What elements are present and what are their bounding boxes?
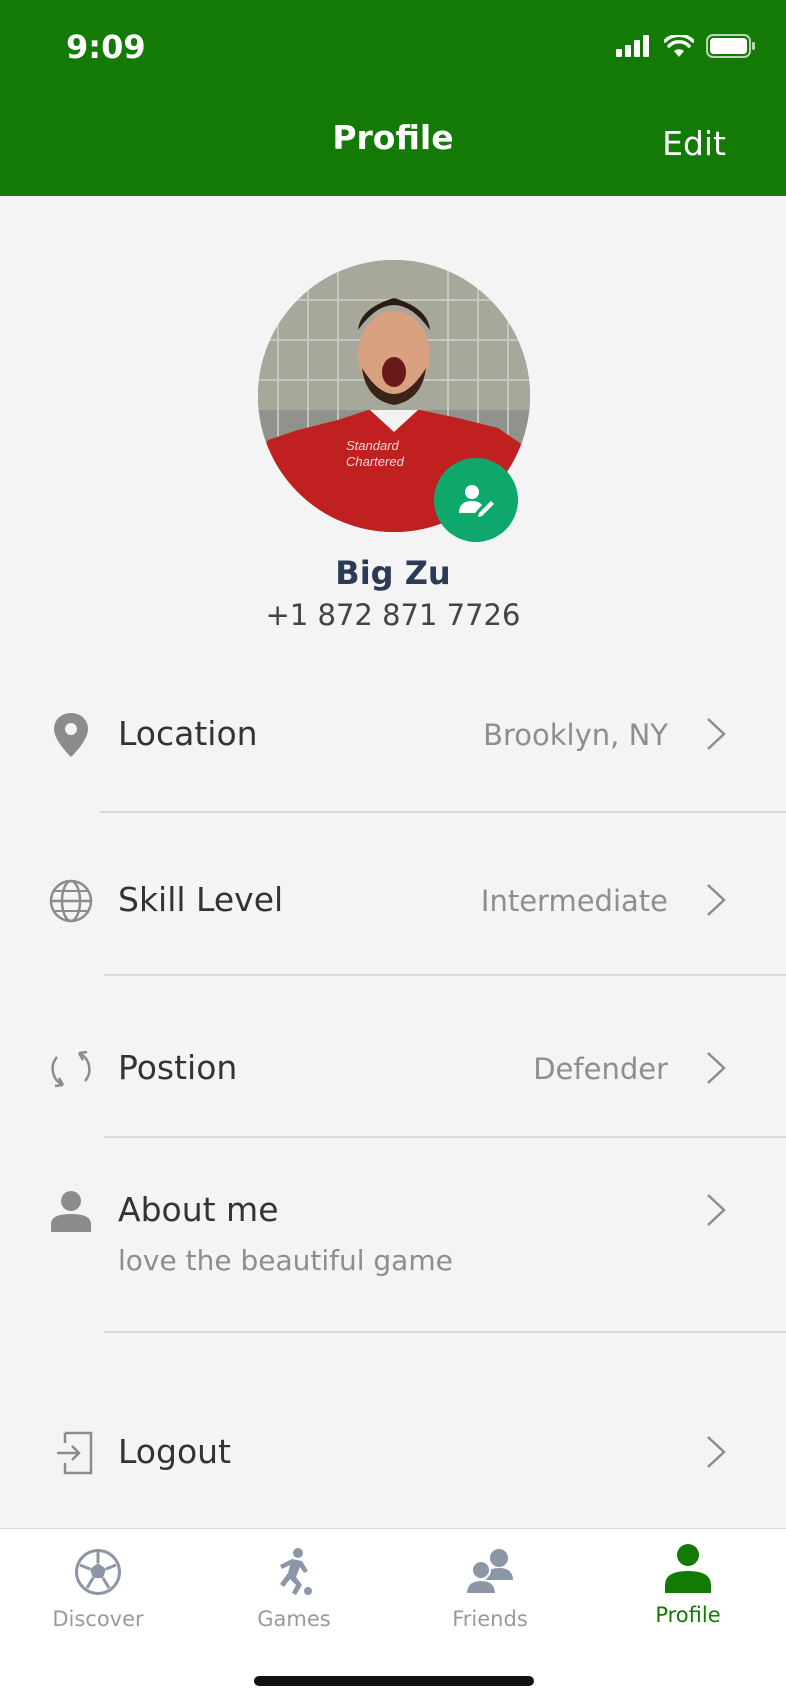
app-header: 9:09 Profile Edit <box>0 0 786 196</box>
chevron-right-icon <box>707 884 726 916</box>
location-value: Brooklyn, NY <box>483 718 668 752</box>
edit-button[interactable]: Edit <box>662 124 726 163</box>
location-label: Location <box>118 714 258 753</box>
logout-icon <box>52 1430 98 1476</box>
friends-icon <box>392 1543 588 1601</box>
chevron-right-icon <box>707 1052 726 1084</box>
status-icons <box>616 34 756 58</box>
chevron-right-icon <box>707 1436 726 1468</box>
divider <box>104 974 786 976</box>
skill-level-row[interactable]: Skill Level Intermediate <box>0 856 786 946</box>
soccer-ball-icon <box>0 1543 196 1601</box>
chevron-right-icon <box>707 1194 726 1226</box>
battery-icon <box>706 34 755 58</box>
shirt-sponsor-text-1: Standard <box>346 438 400 453</box>
logout-label: Logout <box>118 1432 231 1471</box>
home-indicator <box>254 1676 534 1686</box>
divider <box>100 811 786 813</box>
edit-photo-button[interactable] <box>434 458 518 542</box>
about-me-row[interactable]: About me love the beautiful game <box>0 1164 786 1294</box>
divider <box>104 1136 786 1138</box>
tab-discover-label: Discover <box>52 1607 144 1631</box>
divider <box>104 1331 786 1333</box>
tab-games-label: Games <box>257 1607 331 1631</box>
tab-friends[interactable]: Friends <box>392 1543 588 1631</box>
map-pin-icon <box>48 712 94 758</box>
status-time: 9:09 <box>66 28 146 66</box>
avatar-container: Standard Chartered <box>258 260 530 542</box>
tab-discover[interactable]: Discover <box>0 1543 196 1631</box>
position-value: Defender <box>533 1052 668 1086</box>
about-me-label: About me <box>118 1190 279 1229</box>
about-me-text: love the beautiful game <box>118 1244 453 1277</box>
globe-icon <box>48 878 94 924</box>
tab-profile-label: Profile <box>655 1603 721 1627</box>
location-row[interactable]: Location Brooklyn, NY <box>0 690 786 780</box>
position-row[interactable]: Postion Defender <box>0 1024 786 1114</box>
position-label: Postion <box>118 1048 238 1087</box>
chevron-right-icon <box>707 718 726 750</box>
skill-level-value: Intermediate <box>480 884 668 918</box>
edit-user-icon <box>459 485 494 517</box>
player-kick-icon <box>196 1543 392 1601</box>
tab-games[interactable]: Games <box>196 1543 392 1631</box>
tab-profile[interactable]: Profile <box>590 1539 786 1627</box>
wifi-icon <box>664 35 694 57</box>
person-icon <box>48 1188 94 1234</box>
profile-name: Big Zu <box>335 554 451 592</box>
shirt-sponsor-text-2: Chartered <box>346 454 405 469</box>
signal-icon <box>616 35 649 57</box>
tab-friends-label: Friends <box>452 1607 528 1631</box>
profile-icon <box>590 1539 786 1597</box>
logout-row[interactable]: Logout <box>0 1408 786 1498</box>
skill-level-label: Skill Level <box>118 880 284 919</box>
profile-phone: +1 872 871 7726 <box>265 598 521 632</box>
refresh-icon <box>48 1046 94 1092</box>
